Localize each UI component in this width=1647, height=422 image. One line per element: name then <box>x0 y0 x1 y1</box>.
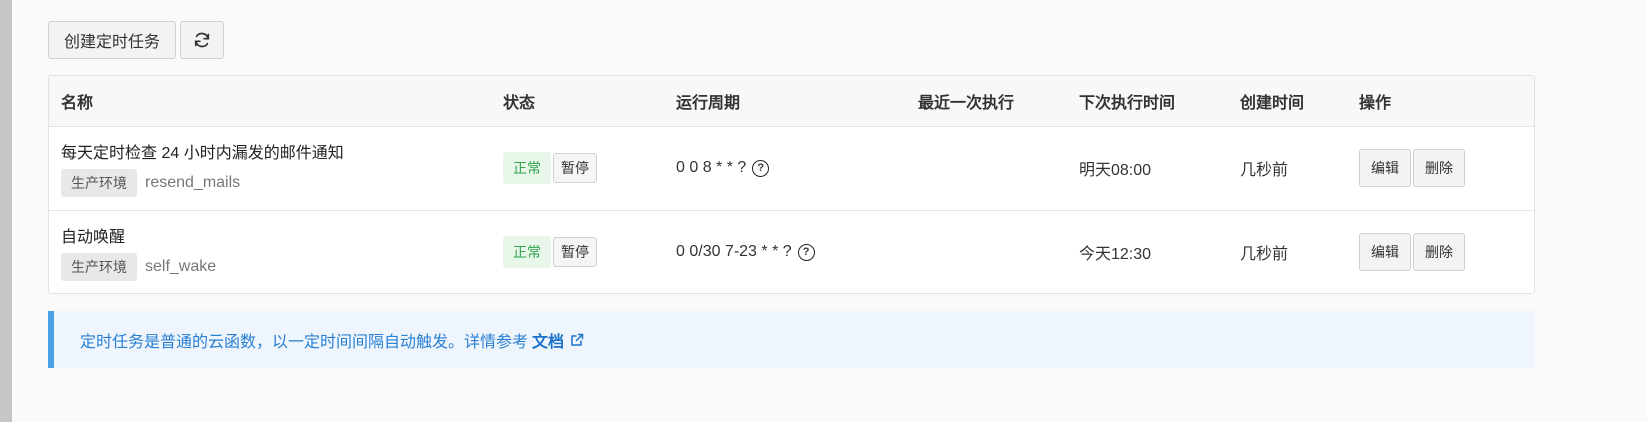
function-name: self_wake <box>145 258 217 276</box>
header-schedule: 运行周期 <box>664 76 906 127</box>
header-created: 创建时间 <box>1228 76 1347 127</box>
created-cell: 几秒前 <box>1240 246 1289 264</box>
header-status: 状态 <box>491 76 664 127</box>
status-badge: 正常 <box>503 152 551 184</box>
cron-expression: 0 0/30 7-23 * * ? <box>676 243 792 261</box>
name-cell: 每天定时检查 24 小时内漏发的邮件通知 生产环境 resend_mails <box>49 126 491 211</box>
toolbar: 创建定时任务 <box>48 21 224 59</box>
env-badge: 生产环境 <box>61 253 137 282</box>
header-actions: 操作 <box>1347 76 1534 127</box>
task-table: 名称 状态 运行周期 最近一次执行 下次执行时间 创建时间 操作 每天定时检查 … <box>48 75 1535 294</box>
delete-button[interactable]: 删除 <box>1413 149 1465 187</box>
status-cell: 正常 暂停 <box>491 210 664 293</box>
schedule-cell: 0 0 8 * * ? ? <box>664 126 906 211</box>
schedule-cell: 0 0/30 7-23 * * ? ? <box>664 210 906 293</box>
info-notice: 定时任务是普通的云函数，以一定时间间隔自动触发。详情参考 文档 <box>48 311 1535 368</box>
status-badge: 正常 <box>503 236 551 269</box>
task-name: 自动唤醒 <box>61 229 126 247</box>
function-name: resend_mails <box>145 174 241 191</box>
delete-button[interactable]: 删除 <box>1413 233 1465 272</box>
next-run-cell: 今天12:30 <box>1079 246 1152 264</box>
table-row: 每天定时检查 24 小时内漏发的邮件通知 生产环境 resend_mails 正… <box>49 126 1534 211</box>
header-last-run: 最近一次执行 <box>906 76 1067 127</box>
external-link-icon[interactable] <box>570 333 584 347</box>
cron-expression: 0 0 8 * * ? <box>676 159 747 176</box>
scrollbar[interactable] <box>0 0 12 422</box>
created-cell: 几秒前 <box>1228 126 1347 211</box>
table-row: 自动唤醒 生产环境 self_wake 正常 暂停 0 0/30 7-23 * *… <box>49 210 1534 293</box>
last-run-cell <box>906 126 1067 211</box>
status-cell: 正常 暂停 <box>491 126 664 211</box>
create-task-button[interactable]: 创建定时任务 <box>48 21 176 59</box>
edit-button[interactable]: 编辑 <box>1359 233 1411 272</box>
actions-cell: 编辑 删除 <box>1347 210 1534 293</box>
refresh-icon <box>194 32 210 48</box>
pause-button[interactable]: 暂停 <box>553 237 597 268</box>
name-cell: 自动唤醒 生产环境 self_wake <box>49 210 491 293</box>
refresh-button[interactable] <box>180 21 224 59</box>
env-badge: 生产环境 <box>61 169 137 197</box>
next-run-cell: 明天08:00 <box>1067 126 1228 211</box>
header-name: 名称 <box>49 76 491 127</box>
edit-button[interactable]: 编辑 <box>1359 149 1411 187</box>
docs-link[interactable]: 文档 <box>532 328 564 352</box>
table-header-row: 名称 状态 运行周期 最近一次执行 下次执行时间 创建时间 操作 <box>49 76 1534 127</box>
pause-button[interactable]: 暂停 <box>553 153 597 183</box>
header-next-run: 下次执行时间 <box>1067 76 1228 127</box>
task-name: 每天定时检查 24 小时内漏发的邮件通知 <box>61 145 344 162</box>
last-run-cell <box>906 210 1067 293</box>
help-icon[interactable]: ? <box>797 243 815 261</box>
notice-text: 定时任务是普通的云函数，以一定时间间隔自动触发。详情参考 <box>80 333 529 351</box>
actions-cell: 编辑 删除 <box>1347 126 1534 211</box>
help-icon[interactable]: ? <box>752 159 770 177</box>
